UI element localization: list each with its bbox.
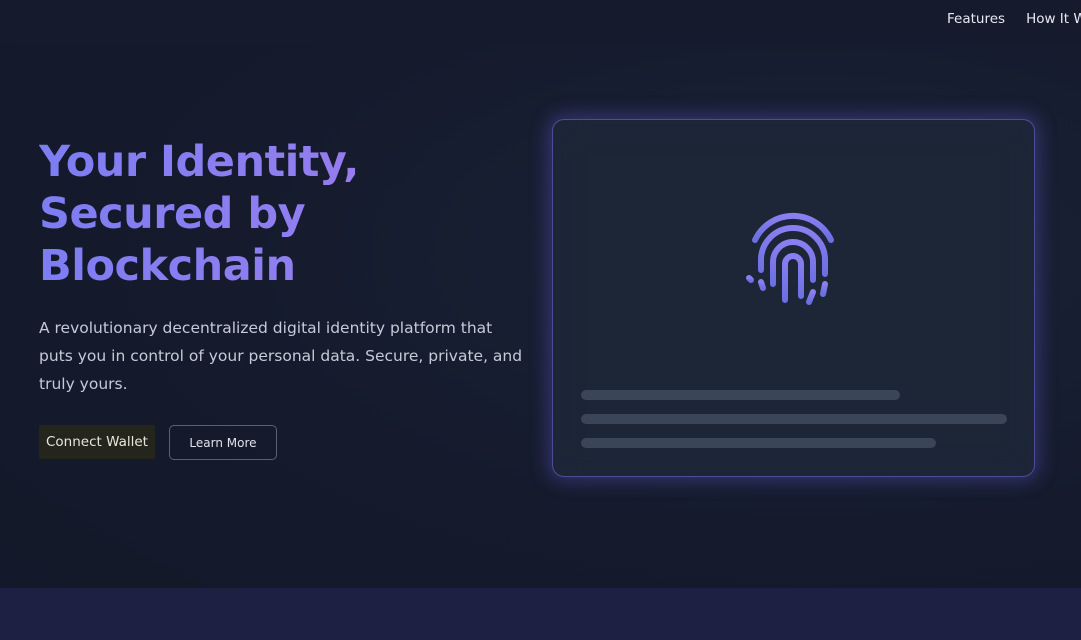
hero-title: Your Identity, Secured by Blockchain xyxy=(39,136,499,292)
card-placeholder-line xyxy=(581,390,900,400)
hero-title-line-3: Blockchain xyxy=(39,241,296,291)
hero-title-line-2: Secured by xyxy=(39,189,306,239)
nav-link-how-it-works[interactable]: How It Wo xyxy=(1026,11,1081,27)
learn-more-button[interactable]: Learn More xyxy=(168,425,277,460)
connect-wallet-button[interactable]: Connect Wallet xyxy=(39,425,155,459)
hero-title-line-1: Your Identity, xyxy=(39,137,359,187)
identity-card-illustration xyxy=(552,119,1035,477)
nav-links: Features How It Wo xyxy=(947,11,1081,27)
hero-description: A revolutionary decentralized digital id… xyxy=(39,319,523,393)
fingerprint-icon xyxy=(744,212,842,305)
landing-page: Features How It Wo Your Identity, Secure… xyxy=(0,0,1081,640)
card-placeholder-line xyxy=(581,438,936,448)
card-placeholder-line xyxy=(581,414,1007,424)
nav-link-features[interactable]: Features xyxy=(947,11,1005,27)
next-section-band xyxy=(0,588,1081,640)
hero-buttons: Connect Wallet Learn More xyxy=(39,425,277,460)
top-navigation-bar: Features How It Wo xyxy=(0,0,1081,44)
